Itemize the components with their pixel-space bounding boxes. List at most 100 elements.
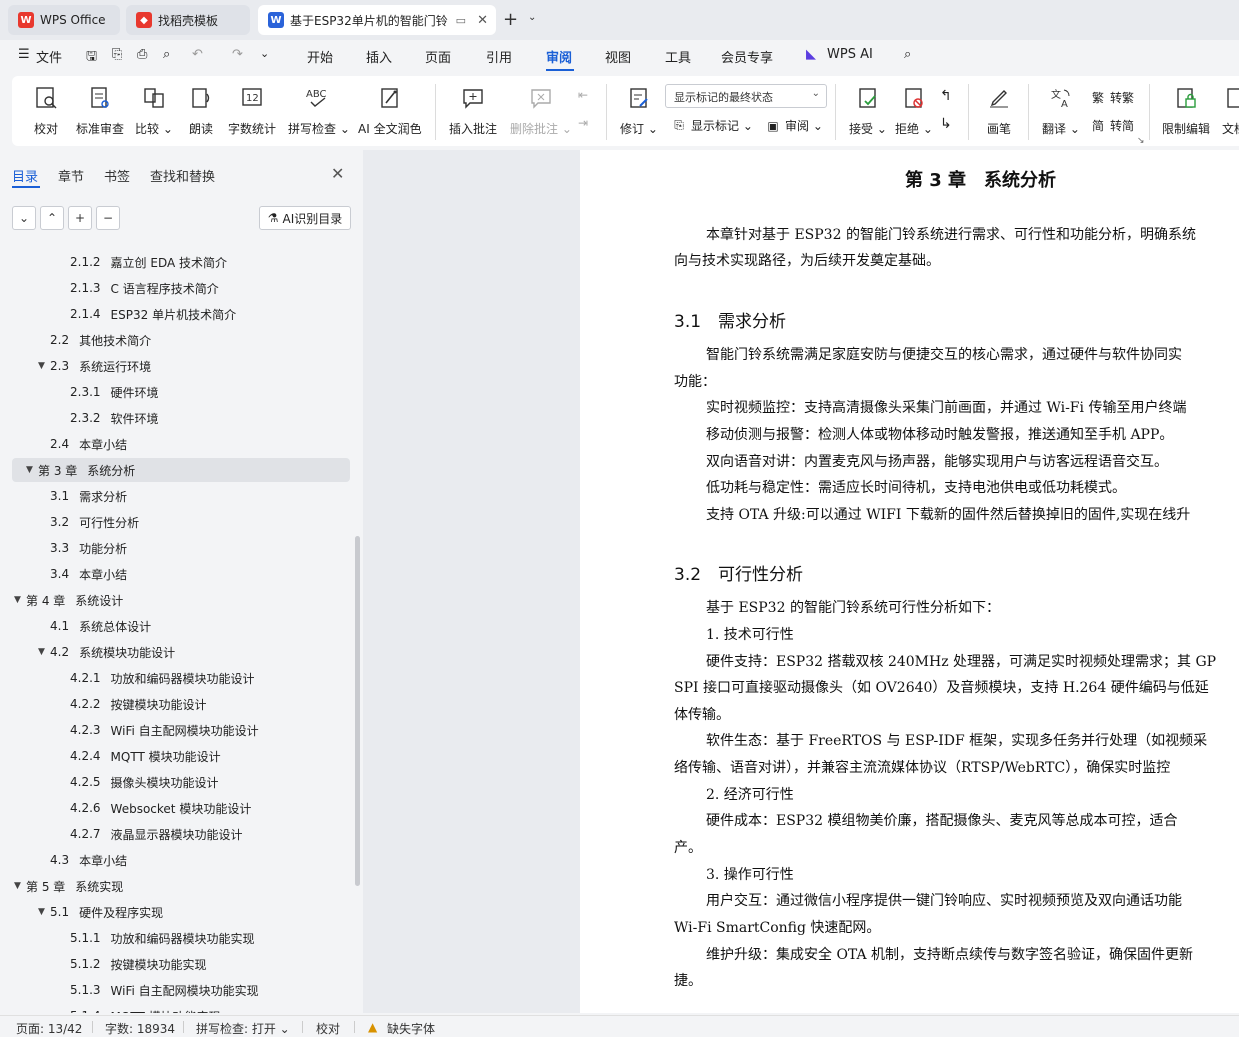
toc-item[interactable]: ▼ 5.1 硬件及程序实现 — [0, 900, 350, 924]
tab-docer[interactable]: ◆ 找稻壳模板 — [126, 5, 250, 35]
ai-polish-button[interactable]: AI 全文润色 — [358, 80, 422, 140]
remove-heading-button[interactable]: − — [96, 206, 120, 230]
chevron-down-icon[interactable]: ⌄ — [528, 12, 536, 23]
show-markup-button[interactable]: ⎘ 显示标记 ⌄ — [671, 117, 753, 134]
tab-bookmarks[interactable]: 书签 — [104, 166, 130, 185]
document-page[interactable]: 第 3 章 系统分析 本章针对基于 ESP32 的智能门铃系统进行需求、可行性和功… — [580, 150, 1239, 1013]
compare-button[interactable]: 比较 ⌄ — [135, 80, 173, 140]
more-icon[interactable]: ⌄ — [260, 47, 269, 60]
toc-item[interactable]: 4.2.3 WiFi 自主配网模块功能设计 — [0, 718, 350, 742]
collapse-all-button[interactable]: ⌄ — [12, 206, 36, 230]
undo-icon[interactable]: ↶ — [192, 47, 203, 62]
doc-permission-button[interactable]: 文档 — [1222, 80, 1239, 140]
toc-item[interactable]: ▼ 4.2 系统模块功能设计 — [0, 640, 350, 664]
caret-down-icon[interactable]: ▼ — [26, 465, 38, 475]
toc-item[interactable]: 4.2.5 摄像头模块功能设计 — [0, 770, 350, 794]
caret-down-icon[interactable]: ▼ — [38, 647, 50, 657]
accept-button[interactable]: 接受 ⌄ — [849, 80, 887, 140]
toc-item[interactable]: 4.2.6 Websocket 模块功能设计 — [0, 796, 350, 820]
menu-tools[interactable]: 工具 — [665, 47, 691, 66]
pen-button[interactable]: 画笔 — [985, 80, 1013, 140]
word-count-button[interactable]: 12 字数统计 — [228, 80, 276, 140]
delete-comment-button[interactable]: 删除批注 ⌄ — [510, 80, 572, 140]
translate-button[interactable]: 文A 翻译 ⌄ — [1042, 80, 1080, 140]
caret-down-icon[interactable]: ▼ — [14, 595, 26, 605]
toc-item[interactable]: 2.1.3 C 语言程序技术简介 — [0, 276, 350, 300]
expand-up-button[interactable]: ⌃ — [40, 206, 64, 230]
toc-item[interactable]: 5.1.4 MQTT 模块功能实现 — [0, 1004, 350, 1013]
toc-item[interactable]: 4.2.2 按键模块功能设计 — [0, 692, 350, 716]
to-simplified-button[interactable]: 简转简 — [1090, 117, 1134, 134]
tab-wps-office[interactable]: W WPS Office — [8, 5, 120, 35]
toc-item[interactable]: 3.4 本章小结 — [0, 562, 350, 586]
toc-item[interactable]: 2.4 本章小结 — [0, 432, 350, 456]
print-icon[interactable]: ⎙ — [137, 47, 147, 62]
tab-find-replace[interactable]: 查找和替换 — [150, 166, 215, 185]
toc-item[interactable]: 2.1.4 ESP32 单片机技术简介 — [0, 302, 350, 326]
close-tab-icon[interactable]: ✕ — [477, 13, 488, 28]
restrict-edit-button[interactable]: 限制编辑 — [1162, 80, 1210, 140]
redo-icon[interactable]: ↷ — [232, 47, 243, 62]
add-heading-button[interactable]: + — [68, 206, 92, 230]
toc-item[interactable]: ▼ 2.3 系统运行环境 — [0, 354, 350, 378]
previous-comment-icon[interactable]: ⇤ — [578, 88, 588, 102]
markup-mode-select[interactable]: 显示标记的最终状态 ⌄ — [665, 84, 827, 108]
toc-item[interactable]: 4.1 系统总体设计 — [0, 614, 350, 638]
toc-item[interactable]: 4.3 本章小结 — [0, 848, 350, 872]
caret-down-icon[interactable]: ▼ — [38, 907, 50, 917]
monitor-icon[interactable]: ▭ — [456, 14, 466, 27]
save-icon[interactable]: 🖫 — [86, 47, 97, 69]
search-icon[interactable]: ⌕ — [904, 47, 911, 62]
toc-item[interactable]: 3.3 功能分析 — [0, 536, 350, 560]
toc-item[interactable]: 5.1.1 功放和编码器模块功能实现 — [0, 926, 350, 950]
next-comment-icon[interactable]: ⇥ — [578, 116, 588, 130]
spell-check-status[interactable]: 拼写检查: 打开 ⌄ — [196, 1020, 290, 1037]
print-preview-icon[interactable]: ⌕ — [163, 47, 170, 62]
export-icon[interactable]: ⎘ — [112, 47, 122, 62]
menu-insert[interactable]: 插入 — [366, 47, 392, 66]
toc-item[interactable]: ▼ 第 4 章系统设计 — [0, 588, 350, 612]
word-count-status[interactable]: 字数: 18934 — [105, 1020, 175, 1037]
expand-group-icon[interactable]: ↘ — [1137, 136, 1145, 146]
toc-item[interactable]: 2.3.1 硬件环境 — [0, 380, 350, 404]
menu-review[interactable]: 审阅 — [546, 47, 572, 66]
review-pane-button[interactable]: ▣ 审阅 ⌄ — [765, 117, 823, 134]
menu-wps-ai[interactable]: WPS AI — [827, 47, 873, 62]
previous-change-icon[interactable]: ↰ — [940, 88, 952, 104]
track-changes-button[interactable]: 修订 ⌄ — [620, 80, 658, 140]
close-icon[interactable]: ✕ — [331, 164, 344, 183]
missing-font-status[interactable]: 缺失字体 — [387, 1020, 435, 1037]
to-traditional-button[interactable]: 繁转繁 — [1090, 89, 1134, 106]
read-aloud-button[interactable]: 朗读 — [187, 80, 215, 140]
toc-item[interactable]: ▼ 第 3 章系统分析 — [12, 458, 350, 482]
toc-item[interactable]: ▼ 第 5 章系统实现 — [0, 874, 350, 898]
proofread-button[interactable]: 校对 — [32, 80, 60, 140]
tab-sections[interactable]: 章节 — [58, 166, 84, 185]
menu-view[interactable]: 视图 — [605, 47, 631, 66]
toc-item[interactable]: 3.2 可行性分析 — [0, 510, 350, 534]
caret-down-icon[interactable]: ▼ — [14, 881, 26, 891]
toc-item[interactable]: 5.1.2 按键模块功能实现 — [0, 952, 350, 976]
toc-item[interactable]: 4.2.1 功放和编码器模块功能设计 — [0, 666, 350, 690]
toc-item[interactable]: 4.2.4 MQTT 模块功能设计 — [0, 744, 350, 768]
caret-down-icon[interactable]: ▼ — [38, 361, 50, 371]
toc-item[interactable]: 3.1 需求分析 — [0, 484, 350, 508]
toc-item[interactable]: 5.1.3 WiFi 自主配网模块功能实现 — [0, 978, 350, 1002]
hamburger-icon[interactable]: ☰ — [18, 47, 30, 62]
tab-document[interactable]: W 基于ESP32单片机的智能门铃 ▭ ✕ — [258, 5, 496, 35]
nav-scrollbar[interactable] — [355, 536, 360, 886]
next-change-icon[interactable]: ↳ — [940, 116, 952, 132]
menu-home[interactable]: 开始 — [307, 47, 333, 66]
toc-item[interactable]: 2.2 其他技术简介 — [0, 328, 350, 352]
menu-member[interactable]: 会员专享 — [721, 47, 773, 66]
menu-file[interactable]: 文件 — [36, 47, 62, 66]
toc-item[interactable]: 2.1.2 嘉立创 EDA 技术简介 — [0, 250, 350, 274]
spell-check-button[interactable]: ABC 拼写检查 ⌄ — [288, 80, 350, 140]
toc-item[interactable]: 2.3.2 软件环境 — [0, 406, 350, 430]
proofread-status[interactable]: 校对 — [316, 1020, 340, 1037]
reject-button[interactable]: 拒绝 ⌄ — [895, 80, 933, 140]
ai-toc-button[interactable]: ⚗ AI识别目录 — [259, 206, 351, 230]
page-indicator[interactable]: 页面: 13/42 — [16, 1020, 82, 1037]
tab-toc[interactable]: 目录 — [12, 166, 38, 185]
toc-item[interactable]: 4.2.7 液晶显示器模块功能设计 — [0, 822, 350, 846]
